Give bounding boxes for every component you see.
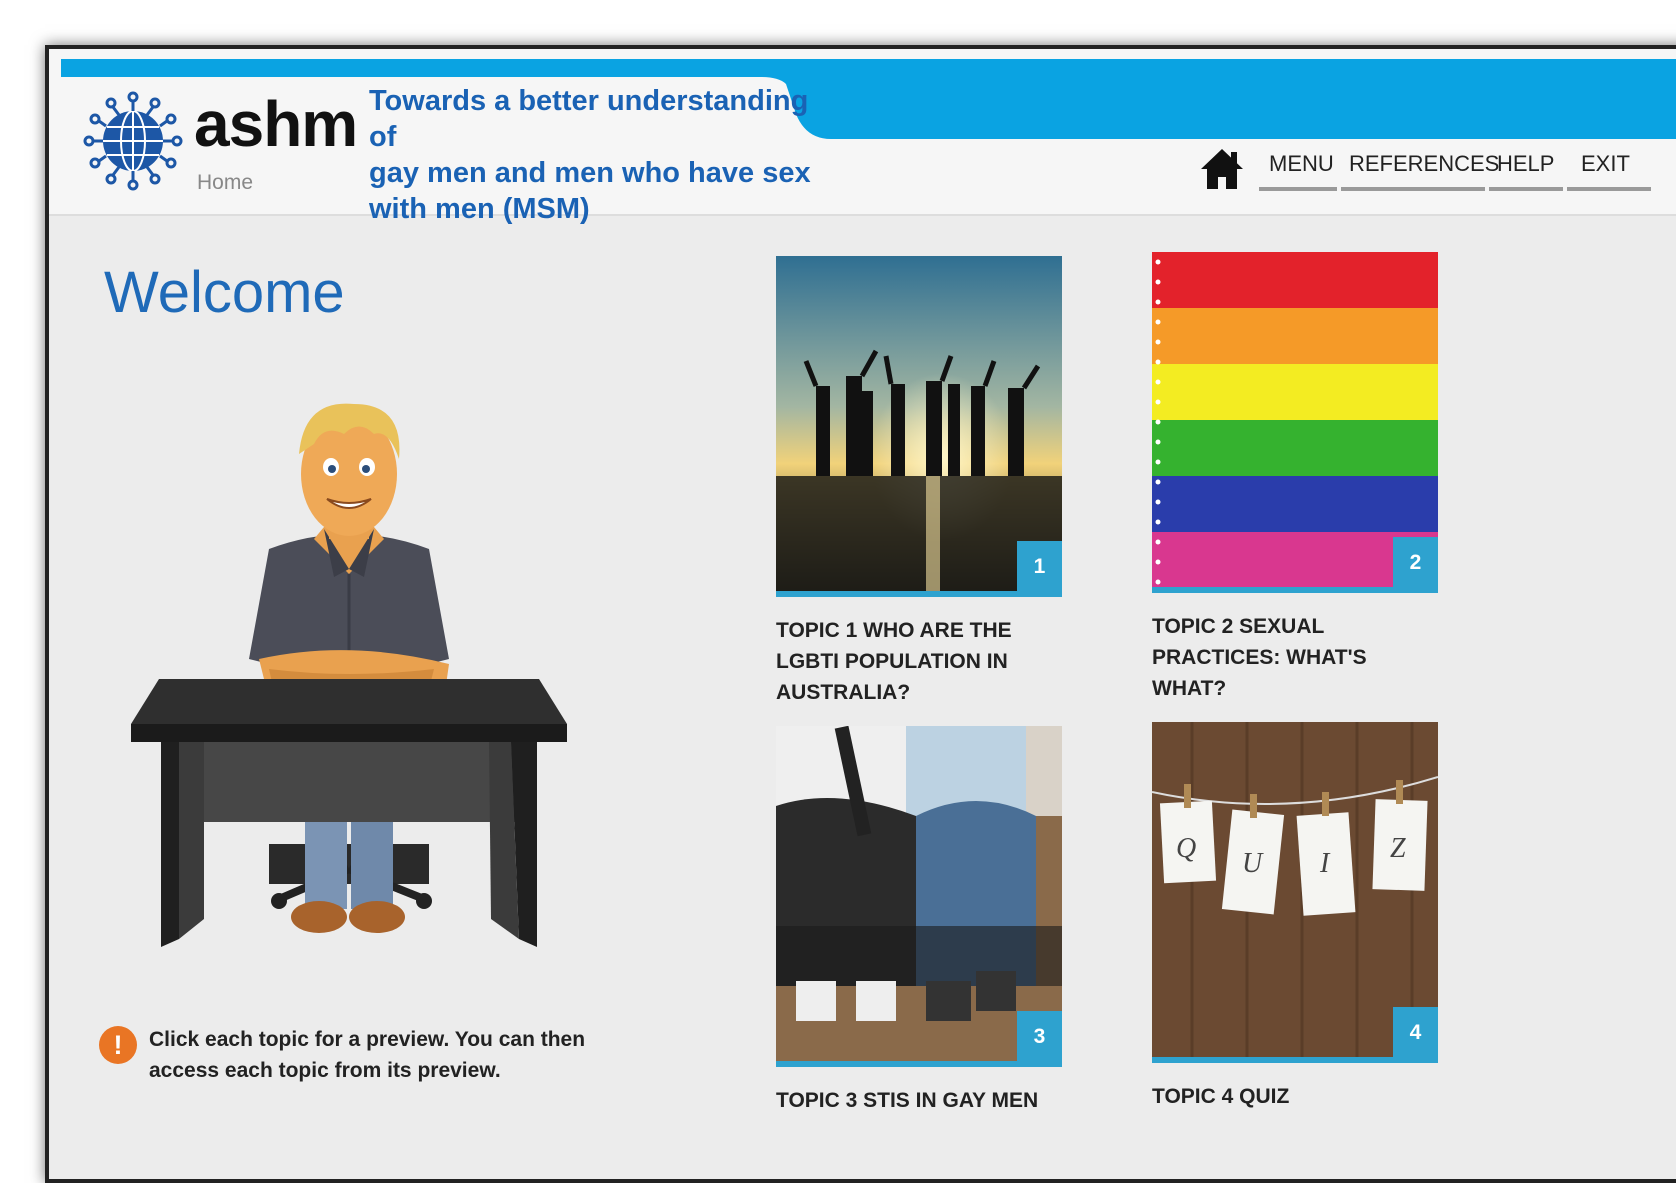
topic-number-badge: 4	[1393, 1007, 1438, 1057]
topic-number-badge: 2	[1393, 537, 1438, 587]
nav-underline	[1341, 187, 1485, 191]
house-icon[interactable]	[1199, 147, 1245, 191]
topic-1-label[interactable]: TOPIC 1 WHO ARE THE LGBTI POPULATION IN …	[776, 615, 1062, 708]
topic-number-badge: 3	[1017, 1011, 1062, 1061]
globe-logo-icon	[83, 91, 183, 191]
topic-label-line: WHAT?	[1152, 677, 1227, 700]
topic-2-image[interactable]: 2	[1152, 252, 1438, 593]
tagline-line: Towards a better understanding of	[369, 85, 809, 153]
topic-4-tile[interactable]: Q U I Z 4 TOPIC 4 QUIZ	[1152, 722, 1438, 1112]
nav-underline	[1567, 187, 1651, 191]
topic-label-line: TOPIC 1 WHO ARE THE	[776, 619, 1012, 642]
tagline-line: gay men and men who have sex	[369, 157, 811, 189]
topic-label-line: TOPIC 4 QUIZ	[1152, 1085, 1290, 1108]
topic-4-label[interactable]: TOPIC 4 QUIZ	[1152, 1081, 1438, 1112]
top-nav: MENU REFERENCES HELP EXIT	[1201, 145, 1659, 195]
quiz-letter: U	[1242, 848, 1264, 879]
topic-label-line: LGBTI POPULATION IN	[776, 650, 1008, 673]
topic-label-line: PRACTICES: WHAT'S	[1152, 646, 1367, 669]
topic-3-label[interactable]: TOPIC 3 STIS IN GAY MEN	[776, 1085, 1062, 1116]
nav-exit[interactable]: EXIT	[1581, 151, 1630, 177]
nav-menu[interactable]: MENU	[1269, 151, 1334, 177]
quiz-letter: Z	[1390, 833, 1406, 864]
nav-help[interactable]: HELP	[1497, 151, 1554, 177]
nav-references[interactable]: REFERENCES	[1349, 151, 1499, 177]
topic-2-label[interactable]: TOPIC 2 SEXUAL PRACTICES: WHAT'S WHAT?	[1152, 611, 1438, 704]
instruction-text: Click each topic for a preview. You can …	[149, 1024, 585, 1086]
page-title: Welcome	[104, 260, 345, 325]
header: ashm Home Towards a better understanding…	[49, 49, 1676, 225]
brand-name: ashm	[194, 88, 358, 160]
topic-label-line: AUSTRALIA?	[776, 681, 911, 704]
presenter-avatar-illustration	[131, 403, 567, 947]
instruction-line: Click each topic for a preview. You can …	[149, 1028, 586, 1051]
quiz-letter: Q	[1176, 833, 1196, 864]
topic-1-image[interactable]: 1	[776, 256, 1062, 597]
nav-underline	[1489, 187, 1563, 191]
instruction-line: access each topic from its preview.	[149, 1059, 501, 1082]
topic-2-tile[interactable]: 2 TOPIC 2 SEXUAL PRACTICES: WHAT'S WHAT?	[1152, 252, 1438, 704]
course-tagline: Towards a better understanding of gay me…	[369, 83, 839, 227]
breadcrumb-home: Home	[197, 171, 254, 194]
topic-1-tile[interactable]: 1 TOPIC 1 WHO ARE THE LGBTI POPULATION I…	[776, 256, 1062, 708]
app-window: ashm Home Towards a better understanding…	[45, 45, 1676, 1183]
topic-label-line: TOPIC 3 STIS IN GAY MEN	[776, 1089, 1039, 1112]
tagline-line: with men (MSM)	[369, 193, 590, 225]
exclamation-icon: !	[99, 1026, 137, 1064]
topic-3-tile[interactable]: 3 TOPIC 3 STIS IN GAY MEN	[776, 726, 1062, 1116]
topic-number-badge: 1	[1017, 541, 1062, 591]
nav-underline	[1259, 187, 1337, 191]
topic-label-line: TOPIC 2 SEXUAL	[1152, 615, 1325, 638]
quiz-letter: I	[1319, 848, 1331, 879]
topic-3-image[interactable]: 3	[776, 726, 1062, 1067]
topic-4-image[interactable]: Q U I Z 4	[1152, 722, 1438, 1063]
